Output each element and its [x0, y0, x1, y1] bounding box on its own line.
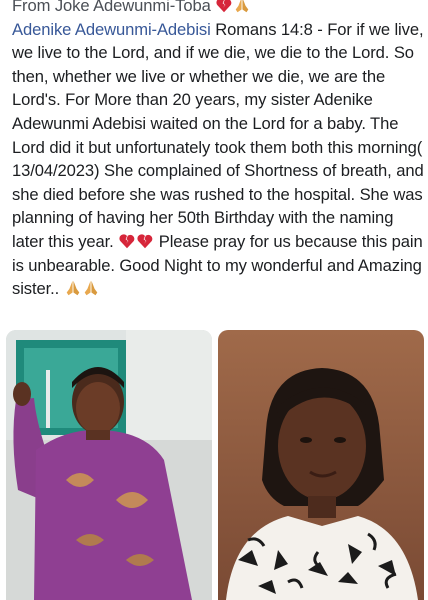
author-link[interactable]: Adenike Adewunmi-Adebisi [12, 20, 211, 39]
broken-heart-icon [215, 0, 233, 14]
from-line: From Joke Adewunmi-Toba [12, 0, 211, 15]
broken-heart-icon [136, 232, 154, 250]
post-text: From Joke Adewunmi-Toba Adenike Adewunmi… [12, 0, 424, 301]
praying-hands-icon [82, 279, 100, 297]
broken-heart-icon [118, 232, 136, 250]
photo-woman-purple-dress[interactable] [6, 330, 212, 600]
praying-hands-icon [233, 0, 251, 14]
photo-grid [0, 330, 428, 600]
post-body-part1: Romans 14:8 - For if we live, we live to… [12, 19, 424, 251]
post-paragraph: From Joke Adewunmi-Toba Adenike Adewunmi… [12, 0, 424, 301]
photo-woman-portrait[interactable] [218, 330, 424, 600]
praying-hands-icon [64, 279, 82, 297]
